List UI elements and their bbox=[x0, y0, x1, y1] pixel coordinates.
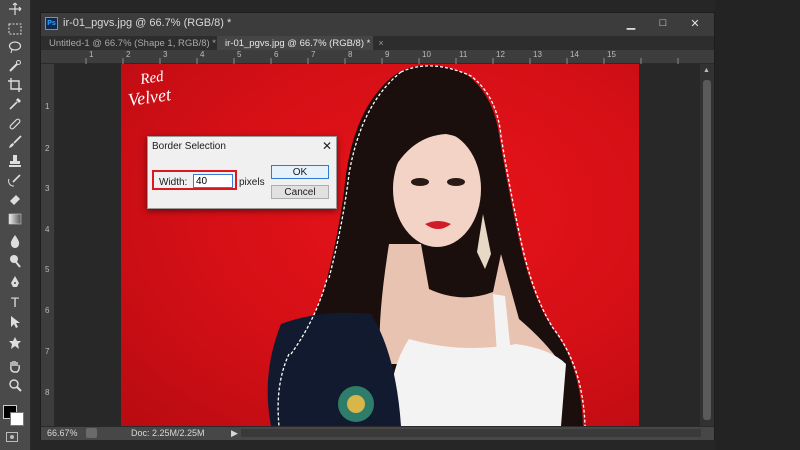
tab-ir-01-pgvs[interactable]: ir-01_pgvs.jpg @ 66.7% (RGB/8) * × bbox=[217, 36, 384, 50]
dialog-close-icon[interactable]: ✕ bbox=[322, 139, 332, 153]
quick-selection-tool-icon[interactable] bbox=[3, 57, 27, 74]
minimize-button[interactable]: ▁ bbox=[623, 16, 639, 30]
close-button[interactable]: ✕ bbox=[687, 16, 703, 30]
ruler-tick-label: 15 bbox=[607, 50, 616, 59]
eyedropper-tool-icon[interactable] bbox=[3, 95, 27, 112]
status-bar: 66.67% Doc: 2.25M/2.25M ▶ bbox=[41, 426, 714, 440]
border-selection-dialog: Border Selection ✕ Width: pixels OK Canc… bbox=[147, 136, 337, 209]
document-window: Ps ir-01_pgvs.jpg @ 66.7% (RGB/8) * ▁ □ … bbox=[40, 12, 715, 440]
marquee-tool-icon[interactable] bbox=[3, 20, 27, 37]
ruler-tick-label: 7 bbox=[311, 50, 316, 59]
ruler-tick-label: 5 bbox=[237, 50, 242, 59]
hand-tool-icon[interactable] bbox=[3, 357, 27, 374]
unit-label: pixels bbox=[239, 177, 265, 188]
clone-stamp-tool-icon[interactable] bbox=[3, 152, 27, 169]
title-bar[interactable]: Ps ir-01_pgvs.jpg @ 66.7% (RGB/8) * ▁ □ … bbox=[41, 13, 714, 35]
document-size-info: Doc: 2.25M/2.25M bbox=[131, 428, 205, 438]
document-tab-bar: Untitled-1 @ 66.7% (Shape 1, RGB/8) * × … bbox=[41, 36, 714, 50]
healing-brush-tool-icon[interactable] bbox=[3, 115, 27, 132]
window-title: ir-01_pgvs.jpg @ 66.7% (RGB/8) * bbox=[63, 17, 232, 29]
blur-tool-icon[interactable] bbox=[3, 232, 27, 249]
ruler-tick-label: 3 bbox=[45, 184, 50, 193]
ruler-tick-label: 9 bbox=[385, 50, 390, 59]
brush-tool-icon[interactable] bbox=[3, 133, 27, 150]
tools-panel: T bbox=[0, 0, 31, 450]
lasso-tool-icon[interactable] bbox=[3, 38, 27, 55]
ruler-tick-label: 2 bbox=[45, 144, 50, 153]
status-menu-arrow-icon[interactable]: ▶ bbox=[231, 428, 238, 439]
width-label: Width: bbox=[159, 177, 188, 188]
history-brush-tool-icon[interactable] bbox=[3, 171, 27, 188]
scroll-up-arrow-icon[interactable]: ▲ bbox=[703, 67, 710, 74]
ruler-tick-label: 7 bbox=[45, 347, 50, 356]
maximize-button[interactable]: □ bbox=[655, 16, 671, 30]
ruler-tick-label: 2 bbox=[126, 50, 131, 59]
horizontal-ruler[interactable]: 1 2 3 4 5 6 7 8 9 10 11 12 13 14 15 bbox=[41, 50, 714, 64]
ok-button[interactable]: OK bbox=[271, 165, 329, 179]
move-tool-icon[interactable] bbox=[3, 0, 27, 17]
canvas-area[interactable]: Red Velvet bbox=[55, 64, 700, 426]
status-settings-icon[interactable] bbox=[86, 428, 97, 438]
ruler-tick-label: 13 bbox=[533, 50, 542, 59]
width-field[interactable] bbox=[193, 174, 233, 188]
tab-untitled-1[interactable]: Untitled-1 @ 66.7% (Shape 1, RGB/8) * × bbox=[41, 36, 229, 50]
quick-mask-icon[interactable] bbox=[6, 432, 18, 442]
ruler-tick-label: 11 bbox=[459, 50, 468, 59]
ruler-tick-label: 1 bbox=[45, 102, 50, 111]
ruler-tick-label: 4 bbox=[45, 225, 50, 234]
ruler-tick-label: 5 bbox=[45, 265, 50, 274]
zoom-level-field[interactable]: 66.67% bbox=[47, 428, 78, 438]
vertical-scrollbar[interactable]: ▲ bbox=[700, 64, 714, 426]
eraser-tool-icon[interactable] bbox=[3, 190, 27, 207]
ruler-tick-label: 1 bbox=[89, 50, 94, 59]
pen-tool-icon[interactable] bbox=[3, 273, 27, 290]
tab-label: Untitled-1 @ 66.7% (Shape 1, RGB/8) * bbox=[49, 37, 217, 49]
vertical-scrollbar-thumb[interactable] bbox=[703, 80, 711, 420]
background-color-swatch[interactable] bbox=[10, 412, 24, 426]
zoom-tool-icon[interactable] bbox=[3, 376, 27, 393]
right-panel-background bbox=[715, 0, 800, 450]
ruler-tick-label: 14 bbox=[570, 50, 579, 59]
shape-tool-icon[interactable] bbox=[3, 334, 27, 351]
ruler-tick-label: 6 bbox=[45, 306, 50, 315]
gradient-tool-icon[interactable] bbox=[3, 210, 27, 227]
crop-tool-icon[interactable] bbox=[3, 76, 27, 93]
ruler-tick-label: 6 bbox=[274, 50, 279, 59]
photoshop-icon: Ps bbox=[45, 17, 58, 30]
svg-text:Velvet: Velvet bbox=[127, 84, 173, 110]
tab-close-icon[interactable]: × bbox=[378, 38, 383, 48]
horizontal-scrollbar[interactable] bbox=[241, 429, 701, 437]
subject-figure bbox=[267, 65, 586, 426]
ruler-tick-label: 8 bbox=[45, 388, 50, 397]
dialog-title: Border Selection bbox=[152, 141, 226, 152]
photo-image[interactable]: Red Velvet bbox=[121, 64, 639, 426]
type-tool-icon[interactable]: T bbox=[3, 293, 27, 310]
path-selection-tool-icon[interactable] bbox=[3, 313, 27, 330]
vertical-ruler[interactable]: 1 2 3 4 5 6 7 8 bbox=[41, 64, 55, 426]
cancel-button[interactable]: Cancel bbox=[271, 185, 329, 199]
logo-image: Red Velvet bbox=[127, 69, 173, 110]
ruler-tick-label: 4 bbox=[200, 50, 205, 59]
dodge-tool-icon[interactable] bbox=[3, 252, 27, 269]
ruler-tick-label: 10 bbox=[422, 50, 431, 59]
ruler-tick-label: 8 bbox=[348, 50, 353, 59]
ruler-tick-label: 3 bbox=[163, 50, 168, 59]
tab-label: ir-01_pgvs.jpg @ 66.7% (RGB/8) * bbox=[225, 37, 371, 49]
ruler-tick-label: 12 bbox=[496, 50, 505, 59]
